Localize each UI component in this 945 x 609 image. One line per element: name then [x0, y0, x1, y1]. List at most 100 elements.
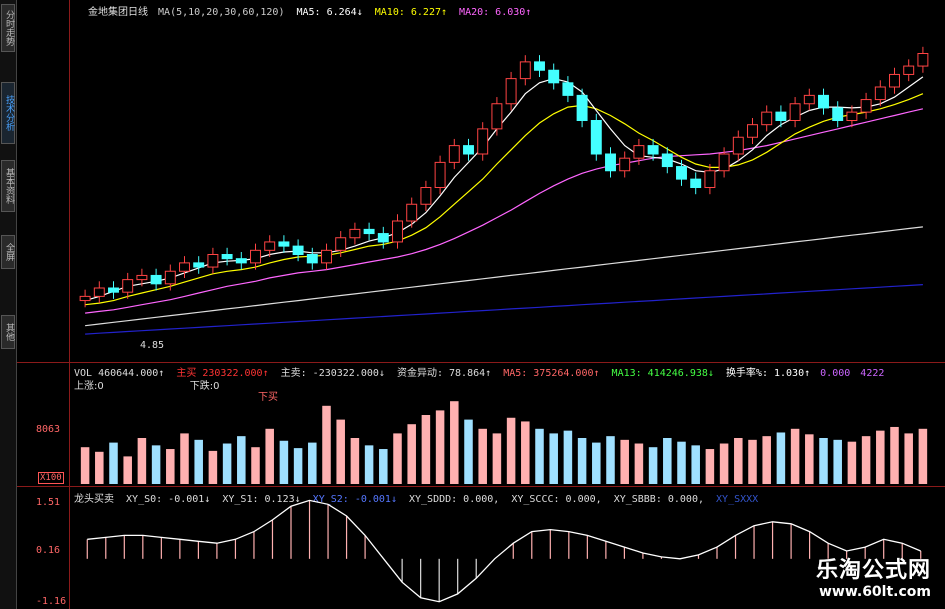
candle-body	[193, 262, 205, 268]
candle-body	[661, 153, 673, 168]
candle-body	[562, 82, 574, 96]
candle-body	[136, 274, 148, 281]
volume-bar	[492, 433, 502, 484]
candle-body	[207, 254, 219, 268]
volume-bar	[847, 441, 857, 484]
candle-body	[747, 124, 758, 138]
volume-bar	[748, 439, 757, 484]
candle-body	[818, 94, 829, 109]
volume-bar	[435, 410, 445, 484]
volume-bar	[109, 442, 118, 484]
volume-bar	[762, 436, 771, 484]
volume-bar	[279, 440, 289, 484]
volume-bar	[734, 438, 743, 484]
candle-body	[292, 245, 304, 255]
volume-bar	[166, 449, 175, 484]
candle-body	[434, 161, 446, 188]
candle-body	[704, 170, 716, 188]
volume-bar	[80, 447, 90, 484]
candle-body	[889, 73, 900, 88]
volume-bar	[208, 450, 218, 484]
candle-body	[903, 65, 915, 75]
candle-body	[221, 254, 233, 260]
indicator-line	[87, 499, 921, 603]
volume-bar	[861, 436, 871, 484]
volume-bar	[350, 438, 360, 484]
candle-body	[803, 94, 815, 105]
candle-body	[150, 274, 162, 285]
candle-body	[363, 228, 375, 235]
candle-body	[235, 258, 247, 264]
candle-body	[676, 166, 687, 180]
volume-bar	[180, 433, 189, 484]
watermark-title: 乐淘公式网	[815, 558, 931, 583]
volume-bar	[904, 433, 913, 484]
candle-body	[548, 69, 560, 84]
volume-bar	[819, 438, 828, 484]
candle-body	[761, 111, 773, 126]
volume-bar	[776, 432, 786, 484]
volume-bar	[876, 430, 885, 484]
candle-body	[505, 78, 517, 105]
volume-bar	[805, 434, 814, 484]
candle-body	[775, 111, 787, 121]
volume-bar	[691, 445, 700, 484]
volume-bar	[222, 443, 232, 484]
candle-body	[647, 145, 659, 155]
candle-body	[349, 228, 361, 239]
candle-body	[576, 94, 588, 121]
candle-body	[392, 220, 403, 243]
volume-bar	[265, 428, 274, 484]
candle-body	[534, 61, 545, 71]
candle-body	[179, 262, 190, 272]
watermark-url: www.60lt.com	[818, 584, 931, 600]
candle-body	[789, 103, 801, 121]
volume-bar	[478, 428, 487, 484]
volume-bar	[151, 445, 161, 484]
volume-bar	[606, 436, 615, 484]
candle-body	[377, 233, 389, 243]
volume-bar	[719, 443, 729, 484]
volume-bar	[336, 419, 345, 484]
volume-bar	[620, 439, 629, 484]
volume-bar	[790, 428, 800, 484]
candle-body	[590, 120, 602, 155]
candle-body	[832, 107, 844, 121]
candle-body	[519, 61, 531, 80]
volume-bar	[421, 415, 431, 484]
candle-body	[732, 136, 744, 155]
volume-bar	[95, 451, 104, 484]
candle-body	[321, 249, 332, 264]
candle-body	[250, 249, 261, 264]
candle-body	[619, 157, 631, 172]
candle-body	[108, 287, 119, 293]
candle-body	[448, 145, 460, 163]
volume-bar	[464, 419, 473, 484]
candle-body	[491, 103, 503, 130]
candle-body	[690, 178, 702, 188]
candle-body	[718, 153, 730, 172]
volume-bar	[592, 442, 601, 484]
volume-bar	[563, 430, 573, 484]
volume-bar	[577, 438, 587, 484]
candle-body	[605, 153, 616, 172]
volume-bar	[137, 438, 147, 484]
volume-bar	[918, 428, 928, 484]
volume-bar	[293, 448, 303, 484]
ma120-line	[85, 284, 923, 335]
volume-bar	[251, 447, 260, 484]
candle-body	[917, 53, 929, 67]
volume-bar	[705, 449, 715, 484]
candle-body	[335, 237, 347, 251]
candle-body	[122, 279, 134, 293]
volume-bar	[890, 426, 899, 484]
volume-bar	[677, 441, 686, 484]
candle-body	[278, 241, 290, 247]
volume-bar	[364, 445, 374, 484]
volume-bar	[450, 401, 459, 484]
candle-body	[93, 287, 105, 297]
volume-bar	[648, 447, 658, 484]
volume-bar	[308, 442, 317, 484]
volume-bar	[549, 433, 558, 484]
volume-bar	[521, 421, 530, 484]
